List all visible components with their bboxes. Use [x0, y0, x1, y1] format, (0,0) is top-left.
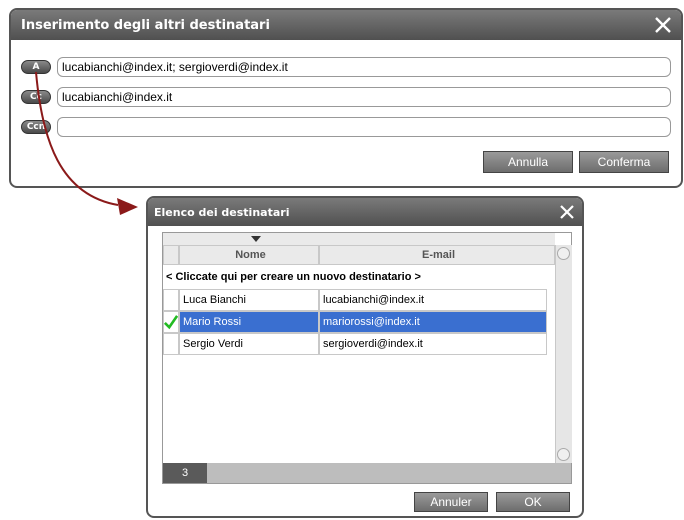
confirm-button[interactable]: Conferma [579, 151, 669, 173]
vertical-scrollbar[interactable] [555, 245, 572, 463]
cell-name[interactable]: Luca Bianchi [179, 289, 319, 311]
check-icon [164, 315, 178, 330]
recipient-grid: Nome E-mail < Cliccate qui per creare un… [162, 232, 572, 484]
bcc-button[interactable]: Ccn [21, 120, 51, 134]
row-gutter [163, 333, 179, 355]
annuler-button[interactable]: Annuler [414, 492, 488, 512]
cell-name[interactable]: Sergio Verdi [179, 333, 319, 355]
to-field[interactable]: lucabianchi@index.it; sergioverdi@index.… [57, 57, 671, 77]
column-header-email[interactable]: E-mail [319, 245, 555, 265]
to-button[interactable]: A [21, 60, 51, 74]
record-count: 3 [163, 463, 207, 483]
cc-field[interactable]: lucabianchi@index.it [57, 87, 671, 107]
cc-button[interactable]: Cc [21, 90, 51, 104]
recipients-dialog: Inserimento degli altri destinatari A lu… [9, 8, 683, 188]
row-gutter [163, 289, 179, 311]
new-recipient-row[interactable]: < Cliccate qui per creare un nuovo desti… [163, 265, 555, 289]
to-row: A lucabianchi@index.it; sergioverdi@inde… [21, 56, 671, 78]
ok-button[interactable]: OK [496, 492, 570, 512]
row-gutter [163, 311, 179, 333]
cell-email-selected[interactable]: mariorossi@index.it [319, 311, 547, 333]
gutter-header [163, 245, 179, 265]
close-icon[interactable] [556, 201, 578, 223]
bcc-field[interactable] [57, 117, 671, 137]
list-dialog-title: Elenco dei destinatari [154, 205, 290, 219]
status-bar: 3 [163, 463, 571, 483]
scroll-down-button[interactable] [557, 448, 570, 461]
cell-email[interactable]: lucabianchi@index.it [319, 289, 547, 311]
recipient-list-dialog: Elenco dei destinatari Nome E-mail < Cli… [146, 196, 584, 518]
bcc-row: Ccn [21, 116, 671, 138]
sort-down-icon[interactable] [251, 236, 261, 242]
close-icon[interactable] [651, 13, 675, 37]
dialog-titlebar: Inserimento degli altri destinatari [11, 10, 681, 40]
cc-row: Cc lucabianchi@index.it [21, 86, 671, 108]
column-header-name[interactable]: Nome [179, 245, 319, 265]
dialog-title: Inserimento degli altri destinatari [21, 17, 270, 33]
cell-email[interactable]: sergioverdi@index.it [319, 333, 547, 355]
cancel-button[interactable]: Annulla [483, 151, 573, 173]
list-dialog-titlebar: Elenco dei destinatari [148, 198, 582, 226]
cell-name-selected[interactable]: Mario Rossi [179, 311, 319, 333]
scroll-up-button[interactable] [557, 247, 570, 260]
